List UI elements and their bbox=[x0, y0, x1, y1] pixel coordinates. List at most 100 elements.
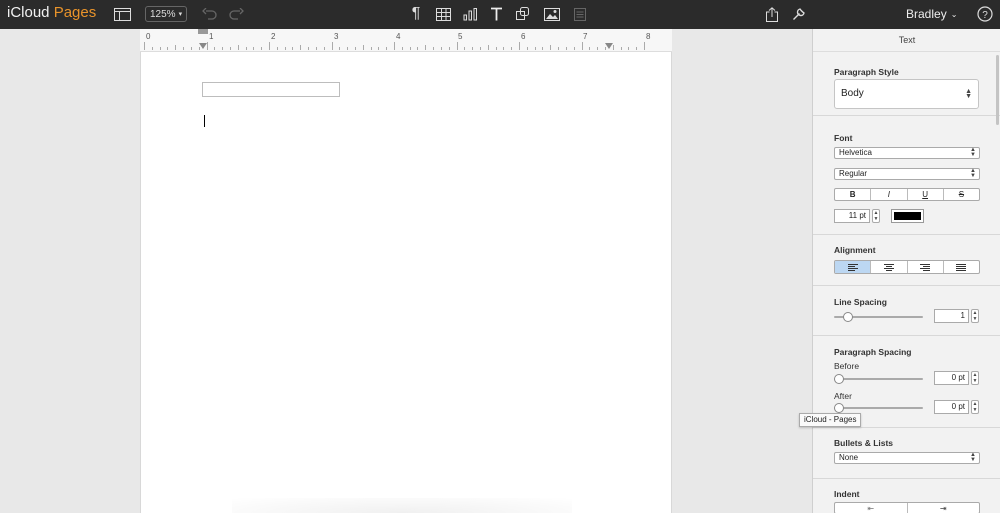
app-brand[interactable]: iCloud Pages bbox=[7, 4, 96, 21]
ruler-number: 8 bbox=[646, 32, 651, 41]
right-indent-marker[interactable] bbox=[605, 43, 613, 49]
line-spacing-slider-thumb[interactable] bbox=[843, 312, 853, 322]
ruler-tick bbox=[511, 47, 513, 50]
ruler-tick bbox=[151, 47, 153, 50]
line-spacing-stepper[interactable]: ▲ ▼ bbox=[971, 309, 979, 323]
ruler-tick bbox=[261, 47, 263, 50]
left-indent-marker[interactable] bbox=[199, 43, 207, 49]
undo-icon[interactable] bbox=[201, 6, 219, 22]
shape-icon[interactable] bbox=[514, 6, 532, 22]
ruler-tick bbox=[597, 47, 599, 50]
before-label: Before bbox=[834, 361, 860, 371]
ruler-tick bbox=[362, 45, 364, 50]
font-size-stepper[interactable]: ▲ ▼ bbox=[872, 209, 880, 223]
underline-button[interactable]: U bbox=[908, 189, 944, 200]
ruler-tick bbox=[253, 47, 255, 50]
chevron-down-icon: ▾ bbox=[178, 11, 183, 18]
alignment-label: Alignment bbox=[834, 245, 876, 255]
text-cursor bbox=[204, 115, 205, 127]
redo-icon[interactable] bbox=[227, 6, 245, 22]
font-typeface-select[interactable]: Regular ▲ ▼ bbox=[834, 168, 980, 180]
after-stepper[interactable]: ▲ ▼ bbox=[971, 400, 979, 414]
chart-icon[interactable] bbox=[461, 6, 479, 22]
ruler-number: 3 bbox=[334, 32, 339, 41]
ruler-tick bbox=[628, 47, 630, 50]
bold-button[interactable]: B bbox=[835, 189, 872, 200]
decrease-indent-button[interactable]: ⇤ bbox=[835, 503, 908, 513]
sidebar-tab-text[interactable]: Text bbox=[813, 29, 1000, 52]
ruler-tick bbox=[433, 47, 435, 50]
before-slider-track[interactable] bbox=[834, 378, 923, 380]
wrench-icon[interactable] bbox=[791, 6, 807, 22]
share-icon[interactable] bbox=[764, 6, 780, 22]
ruler-tick bbox=[331, 42, 333, 50]
ruler-tick bbox=[550, 45, 552, 50]
up-down-arrows-icon: ▲ ▼ bbox=[970, 452, 976, 463]
alignment-buttons bbox=[834, 260, 980, 274]
paragraph-spacing-label: Paragraph Spacing bbox=[834, 347, 912, 357]
ruler-tick bbox=[644, 42, 645, 50]
ruler-tick bbox=[237, 45, 239, 50]
font-family-select[interactable]: Helvetica ▲ ▼ bbox=[834, 147, 980, 159]
after-slider-track[interactable] bbox=[834, 407, 923, 409]
sidebar-toggle-icon[interactable] bbox=[113, 6, 131, 22]
font-size-field[interactable]: 11 pt bbox=[834, 209, 870, 223]
ruler-tick bbox=[589, 47, 591, 50]
ruler-tick bbox=[308, 47, 310, 50]
comment-icon[interactable] bbox=[572, 6, 588, 22]
ruler-tick bbox=[222, 47, 224, 50]
font-color-well[interactable] bbox=[891, 209, 924, 223]
after-slider-thumb[interactable] bbox=[834, 403, 844, 413]
increase-indent-button[interactable]: ⇥ bbox=[908, 503, 980, 513]
chevron-down-icon: ⌄ bbox=[950, 9, 958, 19]
brand-pages: Pages bbox=[53, 4, 97, 21]
strikethrough-button[interactable]: S bbox=[944, 189, 979, 200]
user-menu[interactable]: Bradley ⌄ bbox=[906, 7, 957, 21]
before-slider-thumb[interactable] bbox=[834, 374, 844, 384]
font-label: Font bbox=[834, 133, 853, 143]
paragraph-style-value: Body bbox=[841, 88, 864, 99]
align-right-icon bbox=[920, 263, 931, 271]
up-down-arrows-icon: ▲ ▼ bbox=[970, 168, 976, 179]
align-center-icon bbox=[883, 263, 894, 271]
ruler-tick bbox=[354, 47, 356, 50]
before-stepper[interactable]: ▲ ▼ bbox=[971, 371, 979, 385]
align-left-button[interactable] bbox=[835, 261, 872, 273]
ruler-tick bbox=[284, 47, 286, 50]
format-sidebar: Text Paragraph Style Body ▲ ▼ Font Helvet… bbox=[812, 29, 1000, 513]
align-right-button[interactable] bbox=[908, 261, 944, 273]
header-placeholder[interactable] bbox=[202, 82, 340, 97]
align-center-button[interactable] bbox=[871, 261, 908, 273]
ruler-tick bbox=[339, 47, 341, 50]
paragraph-style-label: Paragraph Style bbox=[834, 67, 899, 77]
media-icon[interactable] bbox=[542, 6, 562, 22]
justify-button[interactable] bbox=[944, 261, 979, 273]
paragraph-style-select[interactable]: Body ▲ ▼ bbox=[834, 79, 979, 109]
ruler-tick bbox=[323, 47, 325, 50]
up-down-arrows-icon: ▲ ▼ bbox=[965, 88, 972, 100]
paragraph-icon[interactable]: ¶ bbox=[408, 5, 424, 22]
bullets-select[interactable]: None ▲ ▼ bbox=[834, 452, 980, 464]
ruler-tick bbox=[565, 47, 567, 50]
sidebar-scrollbar[interactable] bbox=[996, 55, 999, 125]
ruler-tick bbox=[245, 47, 247, 50]
ruler-number: 6 bbox=[521, 32, 526, 41]
ruler-tick bbox=[526, 47, 528, 50]
ruler-tick bbox=[386, 47, 388, 50]
horizontal-ruler[interactable]: 0 1 2 3 4 5 6 7 8 bbox=[140, 29, 672, 52]
font-typeface-value: Regular bbox=[839, 169, 868, 178]
help-icon[interactable]: ? bbox=[976, 6, 994, 22]
before-field[interactable]: 0 pt bbox=[934, 371, 969, 385]
ruler-tick bbox=[214, 47, 216, 50]
first-line-indent-marker[interactable] bbox=[198, 29, 208, 34]
table-icon[interactable] bbox=[434, 6, 452, 22]
ruler-tick bbox=[479, 47, 481, 50]
ruler-tick bbox=[269, 42, 270, 50]
text-box-icon[interactable] bbox=[488, 6, 504, 22]
brand-icloud: iCloud bbox=[7, 4, 50, 21]
line-spacing-field[interactable]: 1 bbox=[934, 309, 969, 323]
document-page[interactable] bbox=[140, 52, 672, 513]
after-field[interactable]: 0 pt bbox=[934, 400, 969, 414]
italic-button[interactable]: I bbox=[871, 189, 908, 200]
zoom-select[interactable]: 125% ▾ bbox=[145, 6, 187, 22]
